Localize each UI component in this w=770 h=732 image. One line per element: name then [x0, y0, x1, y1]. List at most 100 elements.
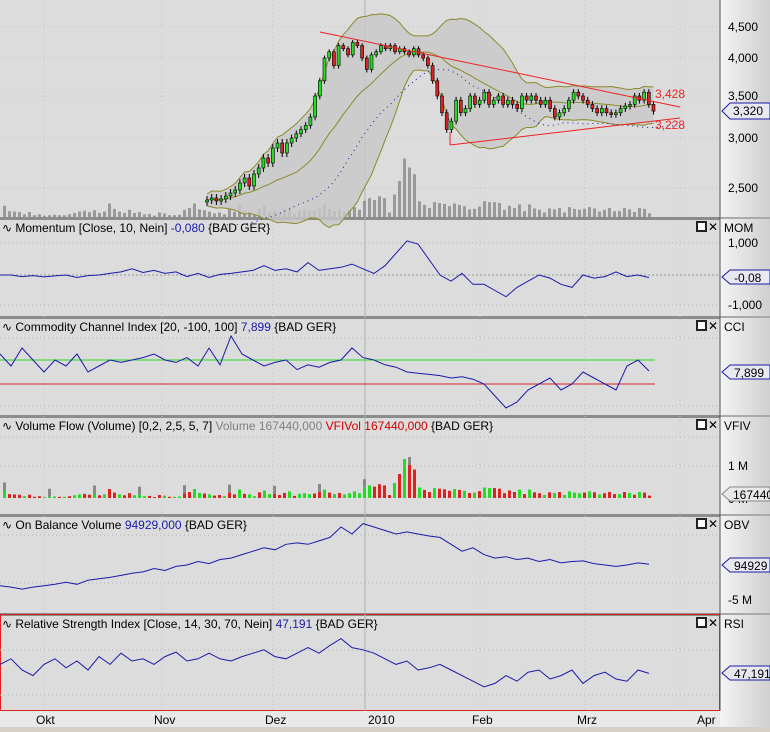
volume-flow-bar [53, 496, 56, 498]
volume-flow-bar [523, 494, 526, 498]
volume-flow-bar [88, 494, 91, 498]
volume-flow-bar [443, 489, 446, 498]
candle-body [609, 112, 614, 115]
maximize-panel-button[interactable] [696, 518, 707, 529]
volume-flow-bar [163, 495, 166, 498]
price-tick: 3,000 [728, 131, 758, 145]
volume-bar [73, 212, 76, 217]
volume-flow-excess [3, 482, 6, 491]
volume-bar [403, 158, 406, 217]
volume-bar [148, 213, 151, 217]
maximize-panel-button[interactable] [696, 320, 707, 331]
close-panel-button[interactable]: ✕ [708, 517, 718, 531]
volume-flow-bar [138, 494, 141, 498]
volume-flow-bar [633, 494, 636, 498]
candle-body [224, 195, 228, 200]
volume-bar [553, 209, 556, 217]
candle-body [289, 137, 294, 144]
volume-bar [63, 215, 66, 217]
close-panel-button[interactable]: ✕ [708, 319, 718, 333]
volume-flow-bar [463, 490, 466, 498]
candle-body [505, 99, 510, 105]
candle-body [604, 108, 609, 114]
candle-body [242, 177, 247, 184]
volume-bar [153, 215, 156, 217]
date-tick: Okt [36, 713, 55, 727]
candle-body [341, 45, 346, 49]
volume-bar [48, 215, 51, 217]
maximize-panel-button[interactable] [696, 617, 707, 628]
candle-body [576, 91, 581, 97]
mom-tick: 1,000 [728, 236, 758, 250]
volume-flow-excess [48, 488, 51, 497]
volume-bar [608, 208, 611, 217]
candle-body [454, 99, 458, 122]
volume-bar [103, 211, 106, 217]
volume-flow-bar [153, 497, 156, 498]
candle-body [463, 108, 468, 114]
maximize-panel-button[interactable] [696, 221, 707, 232]
close-panel-button[interactable]: ✕ [708, 220, 718, 234]
volume-bar [188, 208, 191, 217]
candle-body [350, 42, 355, 56]
candle-body [567, 99, 571, 109]
volume-flow-bar [333, 494, 336, 498]
candle-body [548, 99, 552, 109]
candle-body [407, 51, 411, 56]
candle-body [477, 99, 482, 105]
volume-flow-bar [38, 496, 41, 498]
close-panel-button[interactable]: ✕ [708, 616, 718, 630]
price-tick: 2,500 [728, 181, 758, 195]
candle-body [444, 112, 449, 130]
maximize-panel-button[interactable] [696, 419, 707, 430]
volume-bar [518, 204, 521, 217]
price-tick: 3,500 [728, 89, 758, 103]
volume-flow-bar [273, 493, 276, 498]
panel-separator [0, 316, 720, 319]
volume-bar [198, 209, 201, 217]
candle-body [458, 99, 463, 114]
candle-body [581, 95, 585, 101]
volume-bar [98, 212, 101, 217]
volume-flow-bar [583, 492, 586, 498]
candle-body [510, 99, 515, 105]
volume-flow-bar [148, 495, 151, 498]
current-price-marker: 3,320 [721, 102, 770, 120]
volume-bar [418, 201, 421, 217]
mom-label: MOM [724, 221, 753, 235]
volume-flow-excess [93, 485, 96, 494]
volume-flow-bar [258, 492, 261, 498]
volume-flow-bar [638, 492, 641, 498]
vfi-tick: 1 M [728, 459, 748, 473]
volume-bar [523, 211, 526, 217]
candle-body [501, 95, 505, 105]
volume-flow-bar [593, 492, 596, 498]
candle-body [440, 95, 444, 114]
volume-flow-bar [263, 490, 266, 498]
volume-bar [178, 214, 181, 217]
candle-body [299, 129, 303, 135]
volume-flow-bar [618, 494, 621, 498]
candle-body [487, 91, 491, 105]
close-panel-button[interactable]: ✕ [708, 418, 718, 432]
volume-flow-bar [123, 495, 126, 498]
volume-bar [363, 200, 366, 217]
volume-flow-bar [28, 494, 31, 498]
volume-bar [68, 214, 71, 217]
volume-flow-bar [563, 495, 566, 498]
volume-bar [633, 212, 636, 217]
candle-body [529, 95, 534, 101]
volume-flow-bar [308, 494, 311, 498]
vfi-header: ∿ Volume Flow (Volume) [0,2, 2,5, 5, 7] … [2, 419, 493, 433]
volume-bar [493, 202, 496, 217]
volume-flow-bar [173, 496, 176, 498]
volume-flow-bar [328, 492, 331, 498]
volume-bar [8, 211, 11, 217]
volume-flow-excess [318, 484, 321, 492]
volume-flow-bar [568, 491, 571, 498]
panel-separator [0, 415, 720, 418]
volume-bar [413, 174, 416, 217]
volume-bar [233, 211, 236, 217]
volume-bar [158, 212, 161, 217]
volume-flow-bar [353, 491, 356, 498]
